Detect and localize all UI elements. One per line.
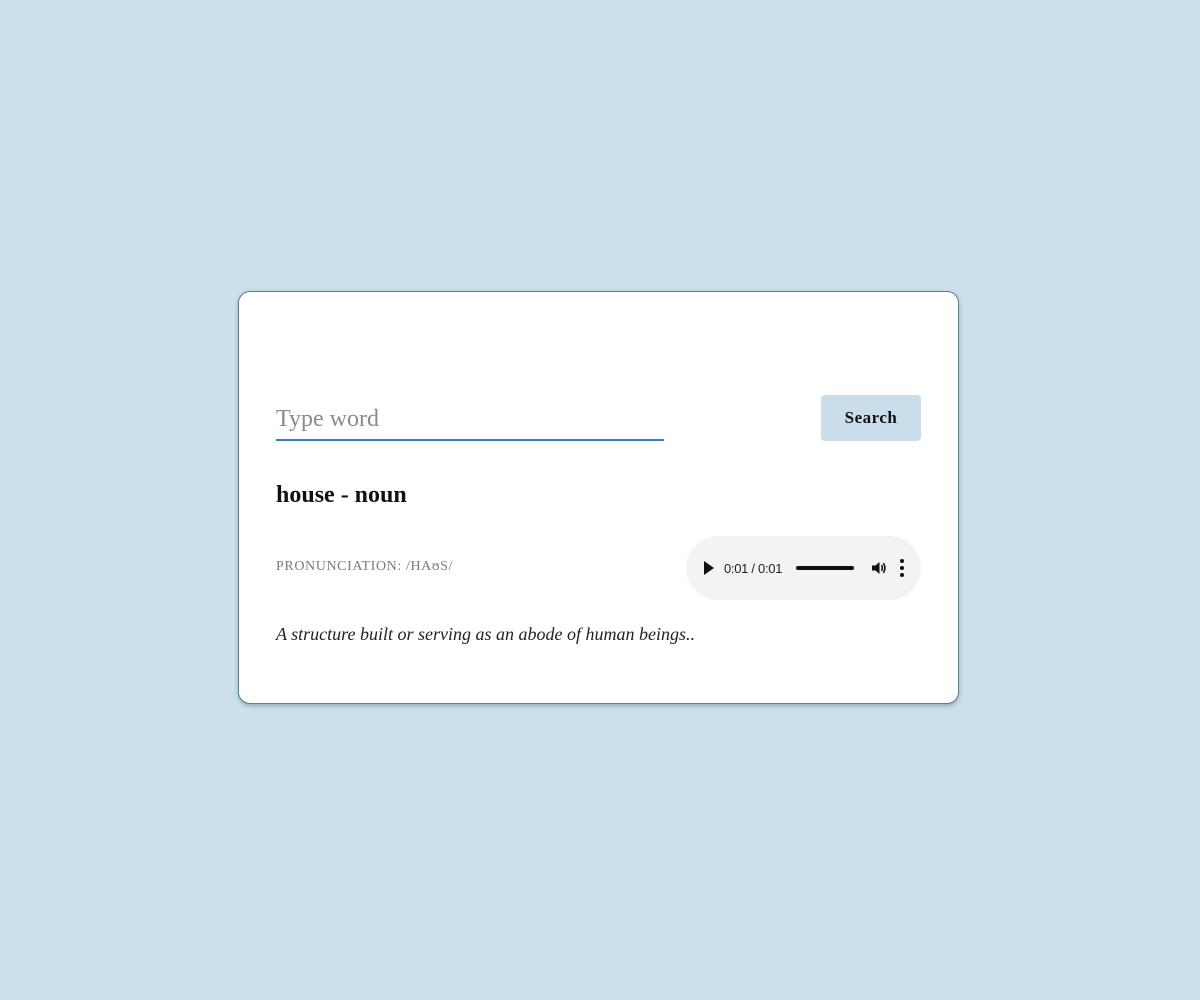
audio-progress-fill: [796, 566, 855, 570]
word-title: house - noun: [276, 482, 407, 508]
audio-player: 0:01 / 0:01: [686, 536, 921, 600]
definition-text: A structure built or serving as an abode…: [276, 624, 695, 644]
search-row: Search: [276, 395, 921, 443]
audio-progress-slider[interactable]: [796, 566, 855, 570]
dictionary-card: Search house - noun PRONUNCIATION: /HAʊS…: [238, 291, 959, 704]
play-icon[interactable]: [704, 561, 714, 575]
volume-icon[interactable]: [871, 560, 887, 576]
pronunciation-text: PRONUNCIATION: /HAʊS/: [276, 559, 454, 574]
word-input[interactable]: [276, 399, 664, 441]
more-options-icon[interactable]: [899, 559, 905, 577]
audio-time: 0:01 / 0:01: [724, 560, 783, 576]
search-button[interactable]: Search: [821, 395, 921, 441]
pronunciation-row: PRONUNCIATION: /HAʊS/ 0:01 / 0:01: [276, 536, 921, 600]
